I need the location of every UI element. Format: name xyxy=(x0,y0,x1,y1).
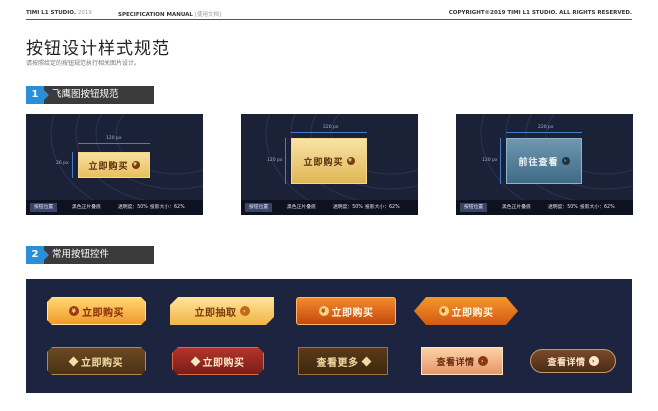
width-label: 220 px xyxy=(323,125,339,130)
arrow-right-icon: › xyxy=(477,356,488,366)
diamond-icon xyxy=(190,356,200,366)
diamond-icon xyxy=(361,356,371,366)
width-guide xyxy=(506,132,582,133)
height-label: 26 px xyxy=(56,161,69,166)
arrow-right-icon: › xyxy=(240,306,250,316)
height-guide xyxy=(500,138,501,184)
section-header-1: 1 飞鹰图按钮规范 xyxy=(26,86,154,104)
height-label: 120 px xyxy=(482,158,498,163)
width-guide xyxy=(78,143,150,144)
arrow-right-icon: › xyxy=(588,356,599,366)
section-number: 2 xyxy=(26,246,49,264)
width-guide xyxy=(291,132,367,133)
draw-now-button[interactable]: 立即抽取 › xyxy=(170,297,274,325)
copyright: COPYRIGHT©2019 TIMI L1 STUDIO. ALL RIGHT… xyxy=(448,10,632,16)
spec-footer: 按钮位置 黑色正片叠底 透明度：50% 投影大小：62% xyxy=(456,200,633,215)
spec-panel-1: 120 px 26 px 立即购买 ¥ 按钮位置 黑色正片叠底 透明度：50% 投… xyxy=(26,114,203,215)
section-label: 飞鹰图按钮规范 xyxy=(52,89,119,100)
height-guide xyxy=(285,138,286,184)
view-more-button[interactable]: 查看更多 xyxy=(298,347,388,375)
header-rule xyxy=(26,19,632,20)
buy-now-button-4[interactable]: 立即购买 xyxy=(47,347,146,375)
spec-footer: 按钮位置 黑色正片叠底 透明度：50% 投影大小：62% xyxy=(241,200,418,215)
section-number: 1 xyxy=(26,86,49,104)
button-controls-panel: ¥ 立即购买 立即抽取 › ¥ 立即购买 ¥ 立即购买 立即购买 立即购买 查看更多 查… xyxy=(26,279,632,393)
height-guide xyxy=(72,152,73,178)
buy-now-button-1[interactable]: ¥ 立即购买 xyxy=(47,297,146,325)
spec-panel-2: 220 px 120 px 立即购买 ¥ 按钮位置 黑色正片叠底 透明度：50% … xyxy=(241,114,418,215)
go-view-button-sample[interactable]: 前往查看 › xyxy=(506,138,582,184)
view-details-button-1[interactable]: 查看详情 › xyxy=(421,347,503,375)
view-details-button-2[interactable]: 查看详情 › xyxy=(530,349,616,373)
arrow-right-icon: › xyxy=(561,157,570,165)
coin-icon: ¥ xyxy=(69,306,79,316)
coin-icon: ¥ xyxy=(346,157,355,165)
coin-icon: ¥ xyxy=(318,306,329,316)
width-label: 220 px xyxy=(538,125,554,130)
coin-icon: ¥ xyxy=(439,306,449,316)
section-header-2: 2 常用按钮控件 xyxy=(26,246,154,264)
manual-name: SPECIFICATION MANUAL [使用文档] xyxy=(118,12,222,18)
spec-footer: 按钮位置 黑色正片叠底 透明度：50% 投影大小：62% xyxy=(26,200,203,215)
buy-now-button-2[interactable]: ¥ 立即购买 xyxy=(296,297,396,325)
buy-now-button-5[interactable]: 立即购买 xyxy=(172,347,264,375)
page-subtitle: 请按照给定的按钮规范执行相关图片设计。 xyxy=(26,60,141,67)
buy-now-button-3[interactable]: ¥ 立即购买 xyxy=(414,297,518,325)
diamond-icon xyxy=(69,356,79,366)
page-title: 按钮设计样式规范 xyxy=(26,39,170,59)
coin-icon: ¥ xyxy=(131,161,140,169)
width-label: 120 px xyxy=(106,136,122,141)
studio-name: TIMI L1 STUDIO. 2019 xyxy=(26,10,92,16)
height-label: 120 px xyxy=(267,158,283,163)
spec-panel-3: 220 px 120 px 前往查看 › 按钮位置 黑色正片叠底 透明度：50% … xyxy=(456,114,633,215)
section-label: 常用按钮控件 xyxy=(52,249,110,260)
buy-now-button-sample[interactable]: 立即购买 ¥ xyxy=(78,152,150,178)
buy-now-button-sample[interactable]: 立即购买 ¥ xyxy=(291,138,367,184)
